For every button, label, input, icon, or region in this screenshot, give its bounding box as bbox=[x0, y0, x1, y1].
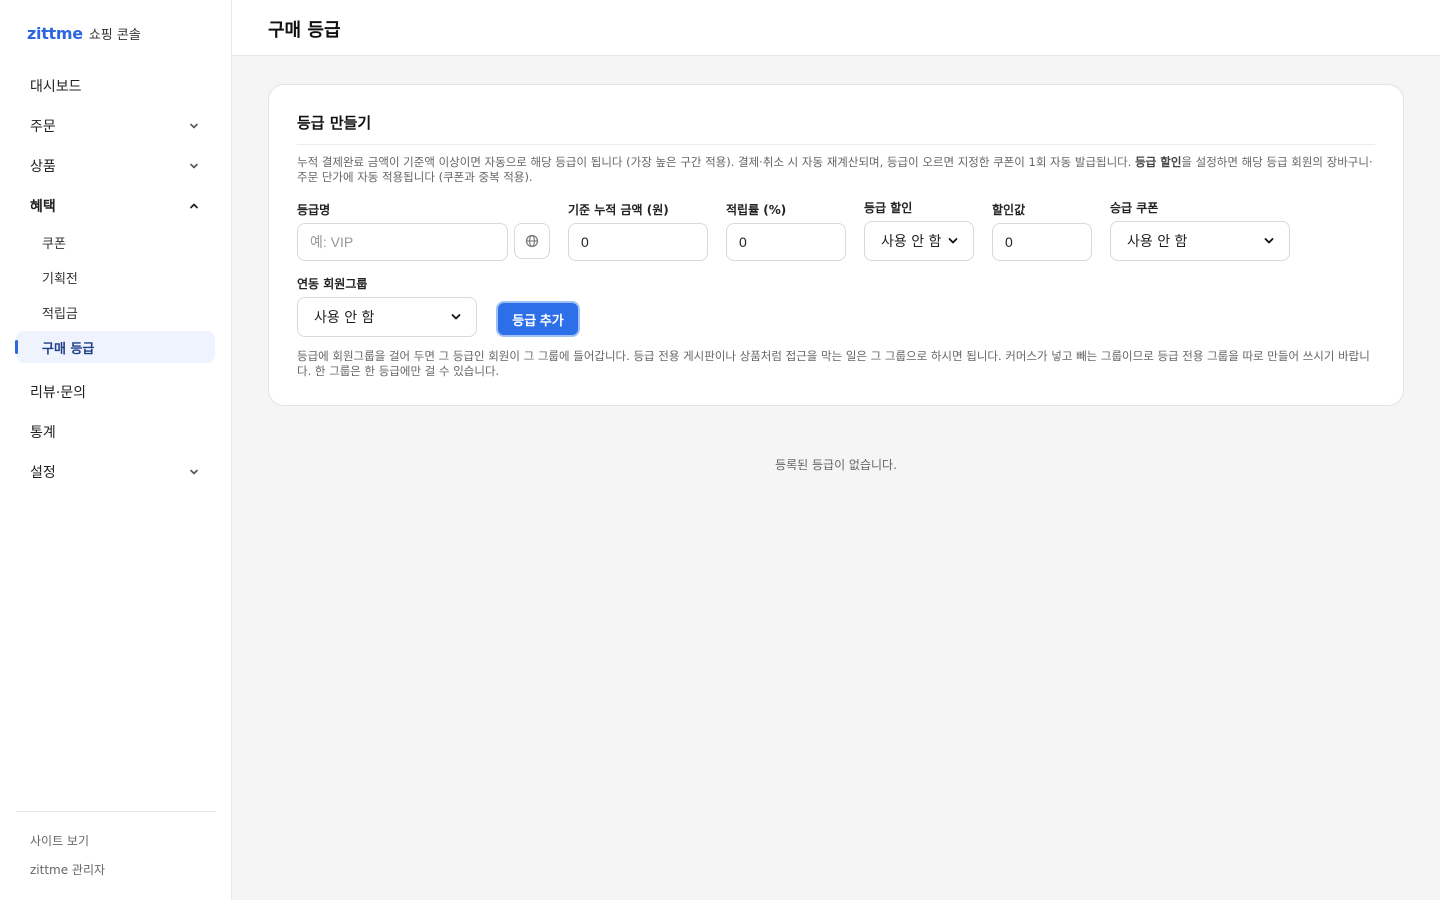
brand[interactable]: zittme 쇼핑 콘솔 bbox=[27, 24, 141, 43]
member-group-value: 사용 안 함 bbox=[314, 310, 375, 326]
point-rate-value: 0 bbox=[739, 234, 747, 250]
member-group-label: 연동 회원그룹 bbox=[297, 277, 368, 291]
grade-name-input[interactable]: 예: VIP bbox=[297, 223, 508, 261]
sidebar-item-orders[interactable]: 주문 bbox=[16, 110, 215, 142]
sidebar-subitem-points[interactable]: 적립금 bbox=[16, 296, 215, 328]
sidebar-item-dashboard[interactable]: 대시보드 bbox=[16, 70, 215, 102]
sidebar-subitem-promotion[interactable]: 기획전 bbox=[16, 261, 215, 293]
grade-discount-value: 사용 안 함 bbox=[881, 234, 942, 250]
sidebar-divider bbox=[16, 811, 216, 812]
grade-name-placeholder: 예: VIP bbox=[310, 234, 354, 250]
sidebar-item-label: 쿠폰 bbox=[42, 236, 66, 252]
sidebar-item-label: 설정 bbox=[30, 465, 56, 481]
sidebar-subitem-coupon[interactable]: 쿠폰 bbox=[16, 226, 215, 258]
empty-state-message: 등록된 등급이 없습니다. bbox=[775, 458, 897, 472]
threshold-input[interactable]: 0 bbox=[568, 223, 708, 261]
card-divider bbox=[297, 144, 1375, 145]
sidebar-subitem-purchase-grade[interactable]: 구매 등급 bbox=[15, 331, 215, 363]
upgrade-coupon-value: 사용 안 함 bbox=[1127, 234, 1188, 250]
sidebar-item-products[interactable]: 상품 bbox=[16, 150, 215, 182]
sidebar-item-settings[interactable]: 설정 bbox=[16, 456, 215, 488]
sidebar-item-label: 주문 bbox=[30, 119, 56, 135]
chevron-down-icon bbox=[190, 469, 198, 475]
upgrade-coupon-select[interactable]: 사용 안 함 bbox=[1110, 221, 1290, 261]
sidebar-item-label: 리뷰·문의 bbox=[30, 385, 86, 401]
chevron-down-icon bbox=[190, 123, 198, 129]
member-group-select[interactable]: 사용 안 함 bbox=[297, 297, 477, 337]
grade-discount-select[interactable]: 사용 안 함 bbox=[864, 221, 974, 261]
point-rate-input[interactable]: 0 bbox=[726, 223, 846, 261]
page-title: 구매 등급 bbox=[268, 20, 341, 41]
admin-user[interactable]: zittme 관리자 bbox=[30, 861, 105, 878]
sidebar-item-label: 기획전 bbox=[42, 271, 78, 287]
sidebar: zittme 쇼핑 콘솔 대시보드 주문 상품 혜택 쿠폰 기획전 적립금 구매… bbox=[0, 0, 232, 900]
chevron-down-icon bbox=[1264, 238, 1274, 244]
upgrade-coupon-label: 승급 쿠폰 bbox=[1110, 201, 1159, 215]
sidebar-item-benefits[interactable]: 혜택 bbox=[16, 190, 215, 222]
translate-button[interactable] bbox=[514, 223, 550, 259]
description-highlight: 등급 할인 bbox=[1135, 155, 1182, 169]
sidebar-item-label: 혜택 bbox=[30, 199, 56, 215]
description-text: 누적 결제완료 금액이 기준액 이상이면 자동으로 해당 등급이 됩니다 (가장… bbox=[297, 155, 1136, 169]
chevron-down-icon bbox=[451, 314, 461, 320]
discount-value-value: 0 bbox=[1005, 234, 1013, 250]
chevron-up-icon bbox=[190, 203, 198, 209]
threshold-label: 기준 누적 금액 (원) bbox=[568, 203, 669, 217]
sidebar-item-stats[interactable]: 통계 bbox=[16, 416, 215, 448]
sidebar-item-label: 상품 bbox=[30, 159, 56, 175]
discount-value-input[interactable]: 0 bbox=[992, 223, 1092, 261]
card-description: 누적 결제완료 금액이 기준액 이상이면 자동으로 해당 등급이 됩니다 (가장… bbox=[297, 155, 1377, 185]
point-rate-label: 적립률 (%) bbox=[726, 203, 787, 217]
sidebar-item-label: 적립금 bbox=[42, 306, 78, 322]
add-grade-button[interactable]: 등급 추가 bbox=[496, 301, 580, 337]
threshold-value: 0 bbox=[581, 234, 589, 250]
card-title: 등급 만들기 bbox=[297, 114, 372, 132]
active-indicator bbox=[15, 340, 18, 354]
create-grade-card: 등급 만들기 누적 결제완료 금액이 기준액 이상이면 자동으로 해당 등급이 … bbox=[268, 84, 1404, 406]
sidebar-item-label: 대시보드 bbox=[30, 79, 82, 95]
sidebar-item-label: 구매 등급 bbox=[42, 341, 95, 357]
sidebar-item-reviews[interactable]: 리뷰·문의 bbox=[16, 376, 215, 408]
chevron-down-icon bbox=[948, 238, 958, 244]
top-bar: 구매 등급 bbox=[232, 0, 1440, 56]
chevron-down-icon bbox=[190, 163, 198, 169]
globe-icon bbox=[525, 234, 539, 248]
grade-name-label: 등급명 bbox=[297, 203, 331, 217]
member-group-note: 등급에 회원그룹을 걸어 두면 그 등급인 회원이 그 그룹에 들어갑니다. 등… bbox=[297, 349, 1370, 378]
sidebar-item-label: 통계 bbox=[30, 425, 56, 441]
brand-subtitle: 쇼핑 콘솔 bbox=[88, 28, 141, 43]
discount-value-label: 할인값 bbox=[992, 203, 1026, 217]
grade-discount-label: 등급 할인 bbox=[864, 201, 913, 215]
site-link[interactable]: 사이트 보기 bbox=[30, 832, 89, 849]
brand-logo: zittme bbox=[27, 24, 83, 43]
